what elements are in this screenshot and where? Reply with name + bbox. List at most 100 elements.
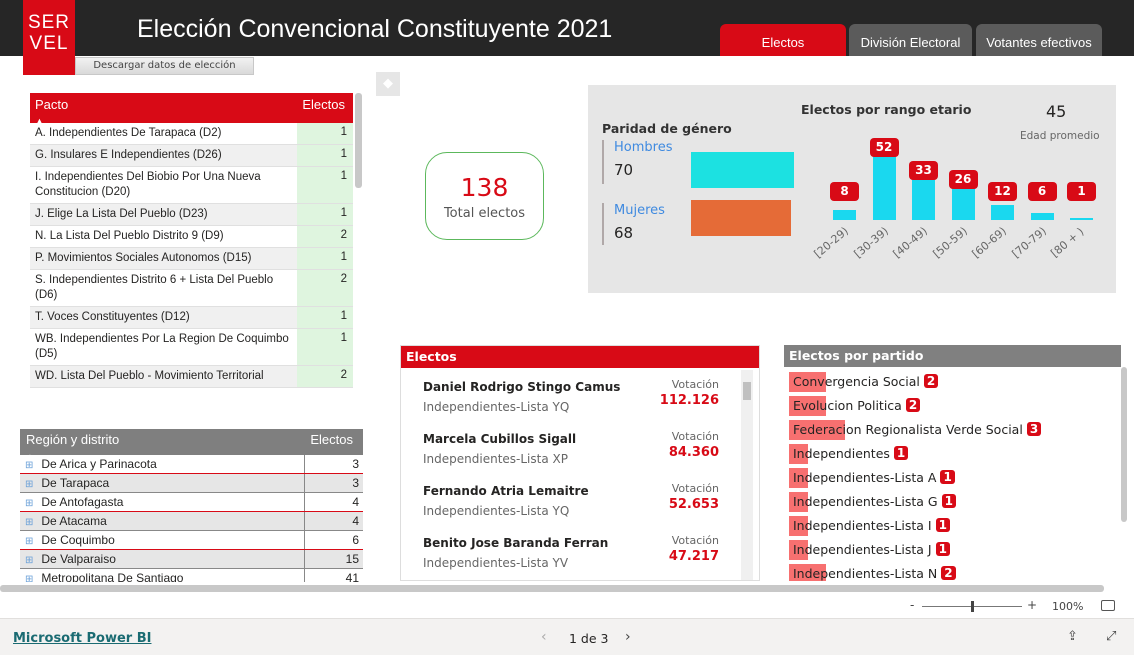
fullscreen-icon[interactable]: ⤢ <box>1106 629 1116 644</box>
list-item[interactable]: Independientes 1 <box>784 441 1121 465</box>
pacto-name: A. Independientes De Tarapaca (D2) <box>35 127 222 139</box>
votes-value: 47.217 <box>668 549 719 564</box>
age-data-label: 8 <box>830 182 859 201</box>
table-row[interactable]: WD. Lista Del Pueblo - Movimiento Territ… <box>30 366 353 388</box>
prev-page-icon[interactable]: ‹ <box>541 629 547 645</box>
pacto-scrollbar[interactable] <box>355 93 362 188</box>
table-row[interactable]: De Valparaiso 15 <box>20 550 363 569</box>
age-bar <box>1070 218 1093 220</box>
age-chart: 8 [20-29) 52 [30-39) 33 [40-49) 26 [50-59) 12 [60… <box>588 85 1116 293</box>
pacto-name: WB. Independientes Por La Region De Coqu… <box>35 333 289 360</box>
party-count: 1 <box>893 446 909 460</box>
tab-division-electoral[interactable]: División Electoral <box>849 24 972 56</box>
tab-electos[interactable]: Electos <box>720 24 846 56</box>
list-item[interactable]: Evolucion Politica 2 <box>784 393 1121 417</box>
table-row[interactable]: WB. Independientes Por La Region De Coqu… <box>30 329 353 366</box>
pacto-electos: 2 <box>297 366 353 387</box>
pacto-electos: 2 <box>297 226 353 247</box>
age-tick-label: [80 + ) <box>1048 225 1087 260</box>
list-item[interactable]: Independientes-Lista A1 <box>784 465 1121 489</box>
region-electos-col-header[interactable]: Electos <box>310 432 353 455</box>
partidos-scrollbar[interactable] <box>1121 367 1127 522</box>
list-item[interactable]: Independientes-Lista N2 <box>784 561 1121 581</box>
power-bi-link[interactable]: Microsoft Power BI <box>13 631 151 646</box>
party-name: Federacion Regionalista Verde Social <box>793 421 1023 437</box>
download-button[interactable]: Descargar datos de elección <box>75 57 254 75</box>
eraser-icon[interactable]: ◆ <box>376 72 400 96</box>
table-row[interactable]: N. La Lista Del Pueblo Distrito 9 (D9) 2 <box>30 226 353 248</box>
electos-scrollbar[interactable] <box>741 370 753 580</box>
list-item[interactable]: Daniel Rodrigo Stingo Camus Independiente… <box>401 370 759 422</box>
share-icon[interactable]: ⇪ <box>1067 629 1078 644</box>
table-row[interactable]: De Antofagasta 4 <box>20 493 363 512</box>
age-data-label: 52 <box>869 138 899 157</box>
age-bar <box>951 188 975 220</box>
table-row[interactable]: Metropolitana De Santiago 41 <box>20 569 363 582</box>
table-row[interactable]: G. Insulares E Independientes (D26) 1 <box>30 145 353 167</box>
pacto-name: I. Independientes Del Biobio Por Una Nue… <box>35 171 261 198</box>
votes-label: Votación <box>671 482 719 495</box>
age-bar <box>872 156 896 220</box>
total-value: 138 <box>460 173 509 202</box>
zoom-in-button[interactable]: + <box>1027 598 1037 612</box>
page-title: Elección Convencional Constituyente 2021 <box>137 15 613 43</box>
total-electos-card: 138 Total electos <box>425 152 544 240</box>
party-name: Independientes-Lista G <box>793 493 938 509</box>
table-row[interactable]: De Arica y Parinacota 3 <box>20 455 363 474</box>
table-row[interactable]: I. Independientes Del Biobio Por Una Nue… <box>30 167 353 204</box>
page-horizontal-scrollbar[interactable] <box>0 585 1104 592</box>
list-item[interactable]: Independientes-Lista G1 <box>784 489 1121 513</box>
table-row[interactable]: A. Independientes De Tarapaca (D2) 1 <box>30 123 353 145</box>
age-tick-label: [70-79) <box>1009 224 1049 261</box>
fit-page-icon[interactable] <box>1101 600 1115 611</box>
votes-label: Votación <box>671 534 719 547</box>
region-col-header[interactable]: Región y distrito ▲ <box>26 432 119 461</box>
next-page-icon[interactable]: › <box>625 629 631 645</box>
votes: Votación 84.360 <box>669 430 719 460</box>
table-row[interactable]: T. Voces Constituyentes (D12) 1 <box>30 307 353 329</box>
region-name: De Atacama <box>20 512 305 530</box>
table-row[interactable]: De Tarapaca 3 <box>20 474 363 493</box>
zoom-out-button[interactable]: - <box>910 598 914 612</box>
electos-col-header[interactable]: Electos <box>302 97 345 123</box>
list-item[interactable]: Benito Jose Baranda Ferran Independientes… <box>401 526 759 578</box>
region-electos: 6 <box>352 533 359 547</box>
votes-value: 112.126 <box>659 393 719 408</box>
party-name: Evolucion Politica <box>793 397 902 413</box>
pacto-name: J. Elige La Lista Del Pueblo (D23) <box>30 204 297 225</box>
list-item[interactable]: Fernando Atria Lemaitre Independientes-Li… <box>401 474 759 526</box>
footer-bar: Microsoft Power BI ‹ 1 de 3 › ⇪ ⤢ <box>0 618 1134 655</box>
party-count: 1 <box>935 542 950 556</box>
list-item[interactable]: Marcela Cubillos Sigall Independientes-Li… <box>401 422 759 474</box>
region-table-header: Región y distrito ▲ Electos <box>20 429 363 461</box>
zoom-slider-thumb[interactable] <box>971 601 974 612</box>
list-item[interactable]: Independientes-Lista I1 <box>784 513 1121 537</box>
list-item[interactable]: Independientes-Lista J1 <box>784 537 1121 561</box>
party-count: 1 <box>941 494 956 508</box>
pacto-electos: 1 <box>297 145 353 166</box>
table-row[interactable]: S. Independientes Distrito 6 + Lista Del… <box>30 270 353 307</box>
votes: Votación 47.217 <box>669 534 719 564</box>
age-bar <box>991 205 1014 220</box>
list-item[interactable]: Convergencia Social 2 <box>784 369 1121 393</box>
electos-list-title: Electos <box>401 346 759 368</box>
age-tick-label: [30-39) <box>851 224 891 261</box>
list-item[interactable]: Federacion Regionalista Verde Social 3 <box>784 417 1121 441</box>
region-name: De Antofagasta <box>20 493 305 511</box>
party-count: 1 <box>940 470 955 484</box>
table-row[interactable]: De Coquimbo 6 <box>20 531 363 550</box>
table-row[interactable]: De Atacama 4 <box>20 512 363 531</box>
region-electos: 3 <box>352 476 359 490</box>
tab-votantes-efectivos[interactable]: Votantes efectivos <box>976 24 1102 56</box>
table-row[interactable]: P. Movimientos Sociales Autonomos (D15) 1 <box>30 248 353 270</box>
age-tick-label: [60-69) <box>969 224 1009 261</box>
age-bar <box>1030 212 1054 220</box>
region-name: Metropolitana De Santiago <box>20 569 305 582</box>
table-row[interactable]: J. Elige La Lista Del Pueblo (D23) 1 <box>30 204 353 226</box>
pacto-col-header[interactable]: Pacto ▲ <box>35 97 68 126</box>
pacto-electos: 1 <box>297 329 353 365</box>
region-table: Región y distrito▲ Electos De Arica y Pa… <box>20 429 363 582</box>
region-name: De Tarapaca <box>20 474 305 492</box>
pacto-electos: 1 <box>297 167 353 203</box>
region-electos: 4 <box>352 514 359 528</box>
